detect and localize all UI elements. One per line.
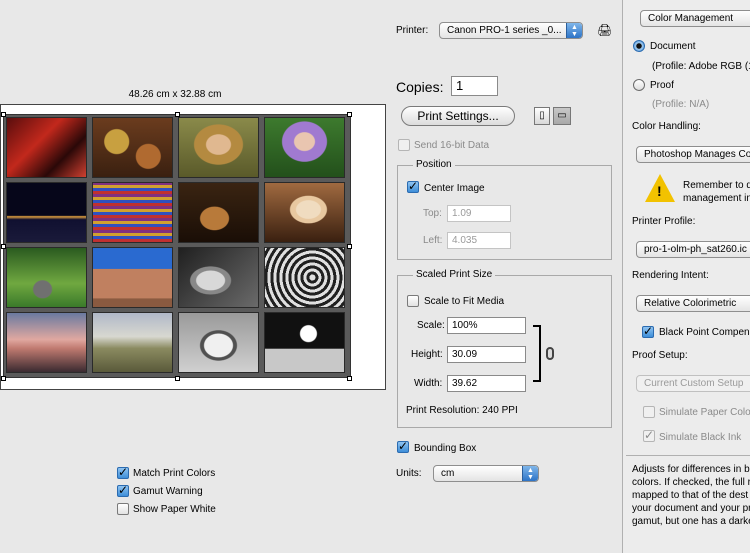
position-title: Position (413, 159, 455, 170)
spiral-staircase-thumbnail (264, 247, 345, 308)
marilyn-statue-thumbnail (264, 182, 345, 243)
center-image-label: Center Image (424, 183, 485, 194)
document-label: Document (650, 41, 696, 52)
document-profile-text: (Profile: Adobe RGB (19 (652, 61, 750, 72)
scale-label: Scale: (417, 320, 445, 331)
section-popup[interactable]: Color Management (640, 10, 750, 27)
adobe-church-thumbnail (92, 247, 173, 308)
simulate-black-ink-checkbox[interactable] (643, 428, 655, 442)
printer-popup[interactable]: Canon PRO-1 series _0... ▲ ▼ (439, 22, 583, 39)
copies-field[interactable]: 1 (451, 76, 498, 96)
scaled-print-size-title: Scaled Print Size (413, 269, 496, 280)
resize-handle-middle-left[interactable] (1, 244, 6, 249)
bw-abstract-thumbnail (264, 312, 345, 373)
color-handling-label: Color Handling: (632, 121, 701, 132)
landscape-orientation-icon[interactable]: ▭ (553, 107, 571, 125)
black-point-compensation-label: Black Point Compens (659, 327, 750, 338)
units-popup[interactable]: cm ▲ ▼ (433, 465, 539, 482)
rendering-intent-popup[interactable]: Relative Colorimetric (636, 295, 750, 312)
printer-profile-value: pro-1-olm-ph_sat260.ic (644, 244, 747, 255)
rendering-intent-value: Relative Colorimetric (644, 298, 737, 309)
resize-handle-top-center[interactable] (175, 112, 180, 117)
scale-to-fit-label: Scale to Fit Media (424, 296, 505, 307)
show-paper-white-checkbox[interactable] (117, 503, 129, 515)
red-lanterns-thumbnail (6, 117, 87, 178)
resize-handle-bottom-left[interactable] (1, 376, 6, 381)
print-size-label: 48.26 cm x 32.88 cm (128, 89, 222, 100)
garden-urn-thumbnail (6, 247, 87, 308)
print-resolution-label: Print Resolution: 240 PPI (406, 405, 518, 416)
description-divider (626, 455, 750, 456)
simulate-paper-color-checkbox[interactable] (643, 406, 655, 418)
width-label: Width: (414, 378, 443, 389)
scale-to-fit-checkbox[interactable] (407, 295, 419, 307)
units-value: cm (441, 468, 455, 479)
guitar-player-thumbnail (178, 182, 259, 243)
gamut-warning-checkbox[interactable] (117, 483, 129, 497)
popup-arrows-icon: ▲ ▼ (566, 23, 582, 38)
girl-flowers-thumbnail (264, 117, 345, 178)
section-popup-value: Color Management (648, 13, 734, 24)
match-print-colors-checkbox[interactable] (117, 465, 129, 479)
misty-valley-thumbnail (92, 312, 173, 373)
sunset-hills-thumbnail (6, 312, 87, 373)
bw-face-thumbnail (178, 247, 259, 308)
color-handling-value: Photoshop Manages Colo (644, 149, 750, 160)
show-paper-white-label: Show Paper White (133, 504, 216, 515)
match-print-colors-label: Match Print Colors (133, 468, 216, 479)
bounding-box-label: Bounding Box (414, 443, 477, 454)
height-field[interactable]: 30.09 (447, 346, 526, 363)
simulate-paper-color-label: Simulate Paper Color (659, 407, 750, 418)
simulate-black-ink-label: Simulate Black Ink (659, 432, 742, 443)
scale-field[interactable]: 100% (447, 317, 526, 334)
printer-profile-label: Printer Profile: (632, 216, 696, 227)
woman-portrait-thumbnail (178, 117, 259, 178)
popup-arrows-icon: ▲ ▼ (522, 466, 538, 481)
print-settings-button[interactable]: Print Settings... (401, 106, 515, 126)
top-field[interactable]: 1.09 (447, 205, 511, 222)
warning-text: Remember to d management in (683, 180, 750, 204)
proof-setup-value: Current Custom Setup (644, 378, 744, 389)
printer-setup-icon[interactable]: 🖨 (597, 23, 612, 37)
printer-value: Canon PRO-1 series _0... (447, 25, 562, 36)
portrait-orientation-icon[interactable]: ▯ (534, 107, 550, 125)
units-label: Units: (396, 468, 422, 479)
bounding-box-checkbox[interactable] (397, 439, 409, 453)
proof-setup-label: Proof Setup: (632, 350, 688, 361)
proof-setup-popup[interactable]: Current Custom Setup (636, 375, 750, 392)
image-preview[interactable] (3, 114, 351, 378)
gamut-warning-label: Gamut Warning (133, 486, 203, 497)
printer-profile-popup[interactable]: pro-1-olm-ph_sat260.ic (636, 241, 750, 258)
night-harbor-thumbnail (6, 182, 87, 243)
description-text: Adjusts for differences in b colors. If … (632, 464, 750, 527)
bw-motorcycle-thumbnail (178, 312, 259, 373)
left-label: Left: (423, 235, 443, 246)
resize-handle-bottom-center[interactable] (175, 376, 180, 381)
send-16bit-label: Send 16-bit Data (414, 140, 490, 151)
center-image-checkbox[interactable] (407, 179, 419, 193)
colorful-yarn-thumbnail (92, 182, 173, 243)
ceramic-plates-thumbnail (92, 117, 173, 178)
proof-label: Proof (650, 80, 674, 91)
resize-handle-top-right[interactable] (347, 112, 352, 117)
constrain-bracket (533, 325, 541, 382)
width-field[interactable]: 39.62 (447, 375, 526, 392)
document-radio[interactable] (633, 40, 645, 52)
resize-handle-top-left[interactable] (1, 112, 6, 117)
top-label: Top: (423, 208, 442, 219)
resize-handle-middle-right[interactable] (347, 244, 352, 249)
left-field[interactable]: 4.035 (447, 232, 511, 249)
link-chain-icon[interactable] (546, 347, 554, 360)
send-16bit-checkbox[interactable] (398, 139, 410, 151)
color-handling-popup[interactable]: Photoshop Manages Colo (636, 146, 750, 163)
proof-profile-text: (Profile: N/A) (652, 99, 710, 110)
black-point-compensation-checkbox[interactable] (642, 324, 654, 338)
printer-label: Printer: (396, 25, 429, 36)
resize-handle-bottom-right[interactable] (347, 376, 352, 381)
warning-exclamation: ! (657, 183, 662, 199)
proof-radio[interactable] (633, 79, 645, 91)
height-label: Height: (411, 349, 443, 360)
copies-label: Copies: (396, 79, 444, 95)
rendering-intent-label: Rendering Intent: (632, 270, 709, 281)
